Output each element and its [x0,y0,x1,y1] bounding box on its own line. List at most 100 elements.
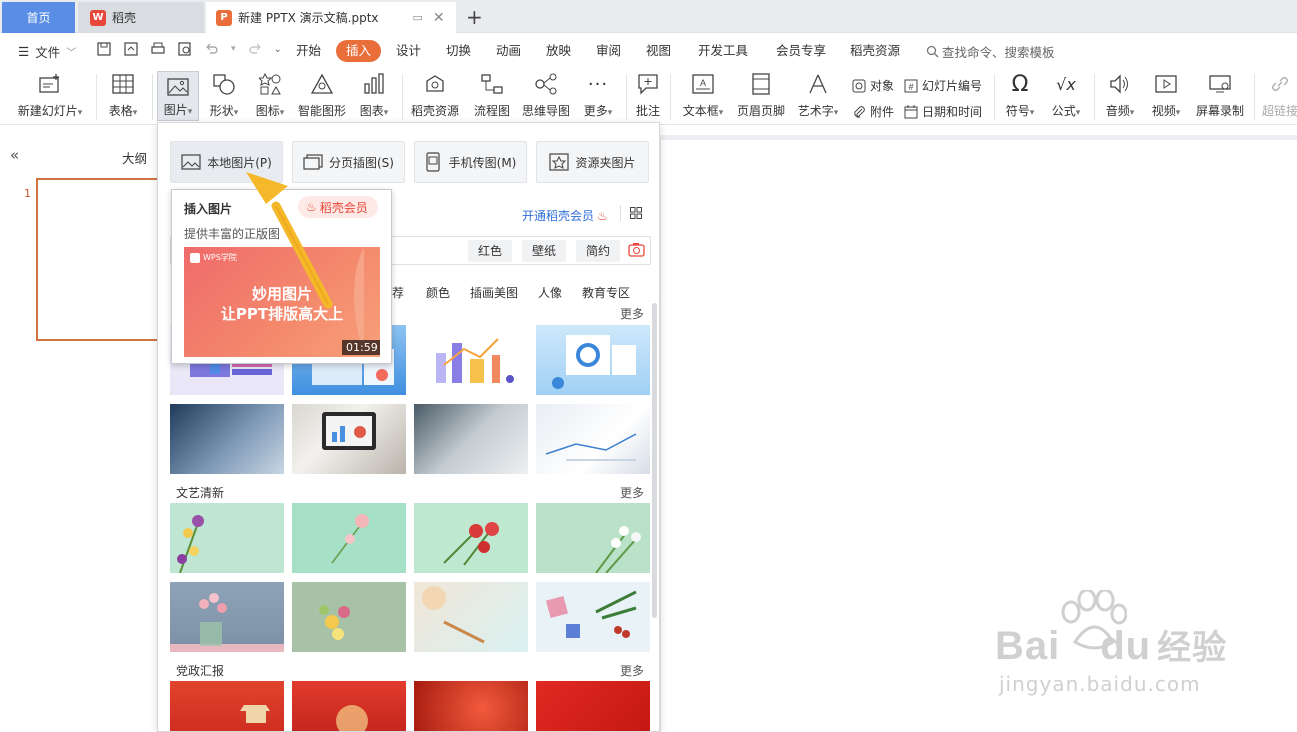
category-recommend[interactable]: 荐 [392,284,404,301]
customize-toolbar-icon[interactable]: ⌄ [274,44,282,55]
tag-simple[interactable]: 简约 [576,240,621,262]
thumbnail-flowers[interactable] [536,582,650,652]
watermark-brand-cn: 经验 [1157,629,1228,667]
textbox-icon: A [692,74,714,94]
picture-button[interactable]: 图片▾ [157,71,199,121]
symbol-button[interactable]: Ω 符号▾ [1000,72,1040,119]
category-portrait[interactable]: 人像 [538,284,562,301]
more-link[interactable]: 更多 [620,662,644,679]
mindmap-button[interactable]: 思维导图 [520,72,572,119]
formula-button[interactable]: √x 公式▾ [1046,72,1086,119]
scrollbar-thumb[interactable] [652,303,657,618]
category-color[interactable]: 颜色 [426,284,450,301]
icon-button[interactable]: 图标▾ [250,72,290,119]
category-education[interactable]: 教育专区 [582,284,630,301]
shape-button[interactable]: 形状▾ [204,72,244,119]
object-button[interactable]: 对象 [852,77,894,94]
command-search[interactable]: 查找命令、搜索模板 [926,42,1055,61]
resource-folder-button[interactable]: 资源夹图片 [536,141,649,183]
table-button[interactable]: 表格▾ [104,72,142,119]
slide-thumbnail[interactable] [36,178,160,341]
thumbnail-flowers[interactable] [170,582,284,652]
tab-daoke-resources[interactable]: 稻壳资源 [850,40,900,62]
screen-record-button[interactable]: 屏幕录制 [1194,72,1246,119]
tab-view[interactable]: 视图 [646,40,671,62]
thumbnail-flowers[interactable] [292,582,406,652]
thumbnail-red[interactable] [170,681,284,731]
print-preview-icon[interactable] [177,41,193,57]
undo-icon[interactable] [204,41,220,57]
phone-upload-button[interactable]: 手机传图(M) [414,141,527,183]
tab-daoke[interactable]: W 稻壳 [78,2,204,33]
slide-number-button[interactable]: # 幻灯片编号 [904,77,982,94]
new-tab-button[interactable]: + [466,5,483,29]
thumbnail-flowers[interactable] [292,503,406,573]
new-slide-button[interactable]: 新建幻灯片▾ [14,72,86,119]
daoke-resources-icon [426,75,444,92]
tab-design[interactable]: 设计 [396,40,421,62]
daoke-resources-button[interactable]: 稻壳资源 [408,72,462,119]
tab-home[interactable]: 首页 [2,2,75,33]
thumbnail-photo[interactable] [170,404,284,474]
tab-insert[interactable]: 插入 [336,40,382,62]
video-button[interactable]: 视频▾ [1146,72,1186,119]
file-menu[interactable]: ☰ 文件 ﹀ [18,42,76,61]
ribbon-separator [1094,74,1095,120]
tab-slideshow[interactable]: 放映 [546,40,571,62]
more-link[interactable]: 更多 [620,484,644,501]
chart-button[interactable]: 图表▾ [354,72,394,119]
smart-shape-button[interactable]: 智能图形 [296,72,348,119]
grid-view-icon[interactable] [630,207,642,219]
comment-button[interactable]: 批注 [632,72,664,119]
hyperlink-button[interactable]: 超链接 [1262,72,1297,119]
thumbnail-photo[interactable] [536,404,650,474]
camera-icon[interactable] [628,242,645,257]
thumbnail-red[interactable] [292,681,406,731]
tab-transition[interactable]: 切换 [446,40,471,62]
textbox-button[interactable]: A 文本框▾ [678,72,728,119]
undo-dropdown-icon[interactable]: ▾ [231,44,236,54]
local-picture-icon [181,154,201,170]
attachment-button[interactable]: 附件 [852,103,894,120]
save-icon[interactable] [96,41,112,57]
video-icon [1155,75,1177,93]
divider [620,205,621,221]
wordart-button[interactable]: 艺术字▾ [796,72,840,119]
more-link[interactable]: 更多 [620,305,644,322]
window-restore-icon[interactable]: ▭ [413,11,423,24]
thumbnail-photo[interactable] [414,404,528,474]
open-member-link[interactable]: 开通稻壳会员 ♨ [522,207,608,224]
comment-label: 批注 [635,104,660,118]
header-footer-button[interactable]: 页眉页脚 [736,72,786,119]
thumbnail-red[interactable] [414,681,528,731]
thumbnail-photo[interactable] [292,404,406,474]
thumbnail-flowers[interactable] [414,503,528,573]
tab-start[interactable]: 开始 [296,40,321,62]
ribbon-separator [96,74,97,120]
print-icon[interactable] [150,41,166,57]
tab-member[interactable]: 会员专享 [776,40,826,62]
category-illustration[interactable]: 插画美图 [470,284,518,301]
thumbnail-illustration[interactable] [536,325,650,395]
flowchart-button[interactable]: 流程图 [470,72,514,119]
thumbnail-flowers[interactable] [536,503,650,573]
redo-icon[interactable] [247,41,263,57]
outline-tab[interactable]: 大纲 [122,148,147,167]
collapse-panel-icon[interactable]: « [10,146,19,164]
tab-document[interactable]: P 新建 PPTX 演示文稿.pptx ▭ ✕ [206,2,456,33]
thumbnail-flowers[interactable] [414,582,528,652]
tag-red[interactable]: 红色 [468,240,513,262]
tab-review[interactable]: 审阅 [596,40,621,62]
audio-button[interactable]: 音频▾ [1100,72,1140,119]
thumbnail-illustration[interactable] [414,325,528,395]
tab-animation[interactable]: 动画 [496,40,521,62]
export-icon[interactable] [123,41,139,57]
more-button[interactable]: ··· 更多▾ [578,72,618,119]
tab-daoke-label: 稻壳 [112,11,137,25]
datetime-button[interactable]: 日期和时间 [904,103,982,120]
tab-developer[interactable]: 开发工具 [698,40,748,62]
thumbnail-red[interactable] [536,681,650,731]
tag-wallpaper[interactable]: 壁纸 [522,240,567,262]
thumbnail-flowers[interactable] [170,503,284,573]
close-tab-icon[interactable]: ✕ [433,10,445,26]
